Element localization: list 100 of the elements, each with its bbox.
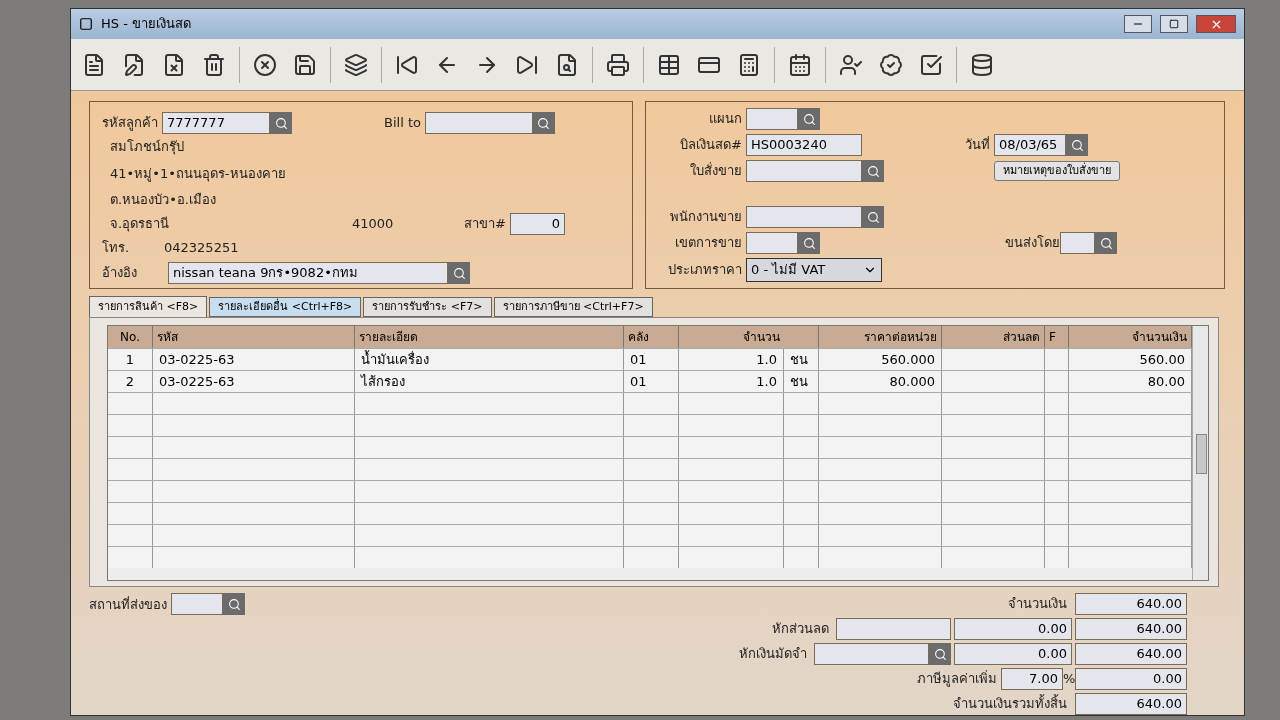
date-field[interactable]: 08/03/65 [994,134,1066,156]
branch-field[interactable]: 0 [509,212,565,235]
address-line: 41•หมู่•1•ถนนอุดร-หนองคาย [109,164,287,183]
discount-field[interactable]: 0.00 [954,618,1072,640]
tab[interactable]: รายการภาษีขาย <Ctrl+F7> [493,297,653,317]
document-icon [82,52,106,77]
search-button[interactable] [223,593,245,615]
table-cell [1045,525,1069,546]
field-label: สถานที่ส่งของ [89,595,167,614]
search-button[interactable] [448,262,470,284]
vat-field[interactable]: 0.00 [1075,668,1187,690]
column-header: จำนวน [742,329,781,346]
table-cell [784,393,819,414]
search-icon [1099,236,1113,250]
table-cell [1045,415,1069,436]
table-cell [624,393,679,414]
scrollbar[interactable] [1192,326,1208,580]
save-icon [293,52,317,77]
search-button[interactable] [532,112,555,134]
customer-code-field[interactable]: 7777777 [162,112,270,134]
field-label: จำนวนเงินรวมทั้งสิ้น [953,694,1067,714]
search-button[interactable] [929,643,951,665]
calculator-icon [737,52,761,77]
after-deposit-field[interactable]: 640.00 [1075,643,1187,665]
table-cell [784,481,819,502]
postcode: 41000 [352,214,395,233]
search-button[interactable] [270,112,292,134]
field-label: อ้างอิง [102,264,138,283]
customer-name: สมโภชน์กรุ๊ป [109,138,185,157]
amount-field[interactable]: 640.00 [1075,593,1187,615]
field-label: ภาษีมูลค่าเพิ่ม [917,669,997,689]
table-cell: ชน [784,371,819,392]
close-button[interactable] [1196,15,1236,33]
bill-number-field[interactable]: HS0003240 [746,134,862,156]
field-label: Bill to [384,114,421,133]
field-label: หักส่วนลด [772,620,829,639]
tab[interactable]: รายการสินค้า <F8> [89,296,208,317]
price-type-dropdown[interactable]: 0 - ไม่มี VAT [746,258,882,282]
field-label: เขตการขาย [674,234,742,253]
badge-check-icon [879,52,903,77]
vat-rate-field[interactable]: 7.00 [1001,668,1063,690]
stack-icon [344,52,368,77]
search-icon [452,266,466,280]
table-cell [1045,459,1069,480]
search-icon [933,647,947,661]
column-header: รายละเอียด [355,326,624,348]
approve-user-icon [839,52,863,77]
sales-order-field[interactable] [746,160,862,182]
shipping-field[interactable] [1060,232,1095,254]
table-cell [784,503,819,524]
search-button[interactable] [798,108,820,130]
search-icon [866,164,880,178]
table-cell: 1.0 [679,349,784,370]
search-button[interactable] [1095,232,1117,254]
deposit-field[interactable]: 0.00 [954,643,1072,665]
table-cell: 03-0225-63 [153,349,355,370]
table-cell: 1 [108,349,153,370]
address-line: ต.หนองบัว•อ.เมือง [109,191,217,209]
reference-field[interactable]: nissan teana 9กร•9082•กทม [168,262,448,284]
column-header: No. [108,326,153,348]
search-icon [227,597,241,611]
tab[interactable]: รายการรับชำระ <F7> [363,297,492,317]
table-cell [1045,349,1069,370]
tab[interactable]: รายละเอียดอื่น <Ctrl+F8> [209,297,362,317]
field-label: พนักงานขาย [669,208,742,227]
delivery-place-field[interactable] [171,593,223,615]
table-cell [1045,503,1069,524]
salesperson-field[interactable] [746,206,862,228]
field-label: ใบสั่งขาย [689,161,742,181]
search-button[interactable] [798,232,820,254]
sales-area-field[interactable] [746,232,798,254]
column-header: ราคาต่อหน่วย [819,326,942,348]
field-label: แผนก [708,110,742,129]
after-discount-field[interactable]: 640.00 [1075,618,1187,640]
table-cell: 01 [624,349,679,370]
printer-icon [606,52,630,77]
department-field[interactable] [746,108,798,130]
search-button[interactable] [862,206,884,228]
table-cell [784,459,819,480]
grand-total-field[interactable]: 640.00 [1075,693,1187,715]
minimize-button[interactable] [1124,15,1152,33]
order-note-button[interactable]: หมายเหตุของใบสั่งขาย [994,161,1120,181]
check-box-icon [919,52,943,77]
table-cell: 560.000 [819,349,942,370]
search-button[interactable] [862,160,884,182]
field-label: สาขา# [464,214,506,233]
table-cell: ชน [784,349,819,370]
deposit-input[interactable] [814,643,929,665]
window-icon [79,17,93,31]
maximize-button[interactable] [1160,15,1188,33]
cancel-icon [253,52,277,77]
discount-input[interactable] [836,618,951,640]
table-cell [624,437,679,458]
trash-icon [202,52,226,77]
search-icon [274,116,288,130]
edit-document-icon [122,52,146,77]
field-label: ขนส่งโดย [1004,234,1060,253]
bill-to-field[interactable] [424,112,533,134]
table-cell [624,503,679,524]
search-button[interactable] [1066,134,1088,156]
